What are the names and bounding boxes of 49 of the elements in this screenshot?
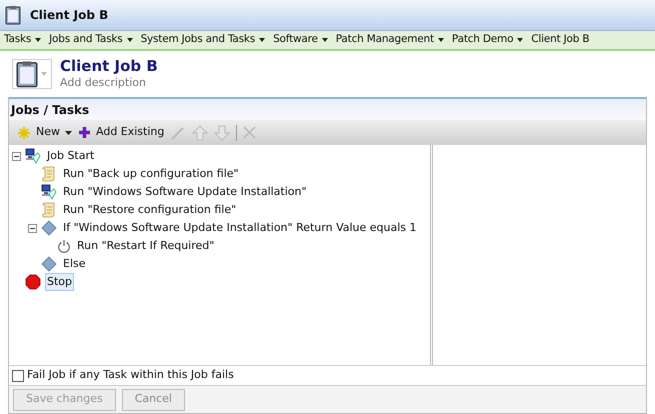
panel-header: Jobs / Tasks <box>9 99 646 120</box>
caret-icon <box>41 72 47 76</box>
stop-icon <box>25 274 41 290</box>
tree-item[interactable]: Stop <box>45 272 74 292</box>
menu-item[interactable]: Patch Management <box>332 31 448 49</box>
tree-item[interactable]: Run "Restart If Required" <box>75 236 216 256</box>
description-link[interactable]: Add description <box>60 74 158 92</box>
tree-item[interactable]: Run "Restore configuration file" <box>61 200 238 220</box>
caret-icon <box>35 38 42 42</box>
tree-item[interactable]: Else <box>61 254 88 274</box>
pencil-icon <box>170 124 186 140</box>
computer-icon <box>41 184 57 200</box>
up-arrow-icon <box>192 124 208 140</box>
close-icon <box>243 126 256 139</box>
computer-icon <box>25 148 41 164</box>
menu-item[interactable]: System Jobs and Tasks <box>136 31 270 49</box>
plus-icon <box>78 126 91 139</box>
down-arrow-icon <box>214 124 230 140</box>
caret-icon <box>322 38 328 42</box>
caret-icon <box>259 38 266 42</box>
checkbox[interactable] <box>12 370 24 382</box>
tree-item[interactable]: If "Windows Software Update Installation" Return Value equals 1 <box>61 218 419 238</box>
tree-item[interactable]: Run "Back up configuration file" <box>61 164 241 184</box>
tree-item[interactable]: Job Start <box>45 146 96 166</box>
job-icon-picker[interactable] <box>12 59 52 89</box>
power-icon <box>57 239 71 253</box>
menu-item[interactable]: Patch Demo <box>448 31 528 49</box>
diamond-icon <box>41 220 57 236</box>
menu-item[interactable]: Client Job B <box>527 31 594 49</box>
new-button[interactable]: New <box>17 124 72 141</box>
collapse-toggle[interactable] <box>12 152 21 160</box>
diamond-icon <box>41 256 57 272</box>
sparkle-icon <box>17 126 31 140</box>
caret-icon <box>517 38 524 42</box>
tree-item[interactable]: Run "Windows Software Update Installation" <box>61 182 309 202</box>
caret-icon <box>126 38 133 42</box>
menu-item[interactable]: Software <box>269 31 332 49</box>
menu-item[interactable]: Tasks <box>0 31 46 49</box>
scroll-icon <box>41 166 57 182</box>
job-title: Client Job B <box>60 56 158 75</box>
checkbox-label: Fail Job if any Task within this Job fails <box>27 367 234 384</box>
menu-item[interactable]: Jobs and Tasks <box>45 31 137 49</box>
clipboard-icon <box>4 5 22 25</box>
collapse-toggle[interactable] <box>28 224 37 232</box>
window-title: Client Job B <box>30 7 108 24</box>
add-button[interactable]: Add Existing <box>78 124 164 141</box>
caret-icon <box>65 130 72 134</box>
scroll-icon <box>41 202 57 218</box>
caret-icon <box>438 38 444 42</box>
